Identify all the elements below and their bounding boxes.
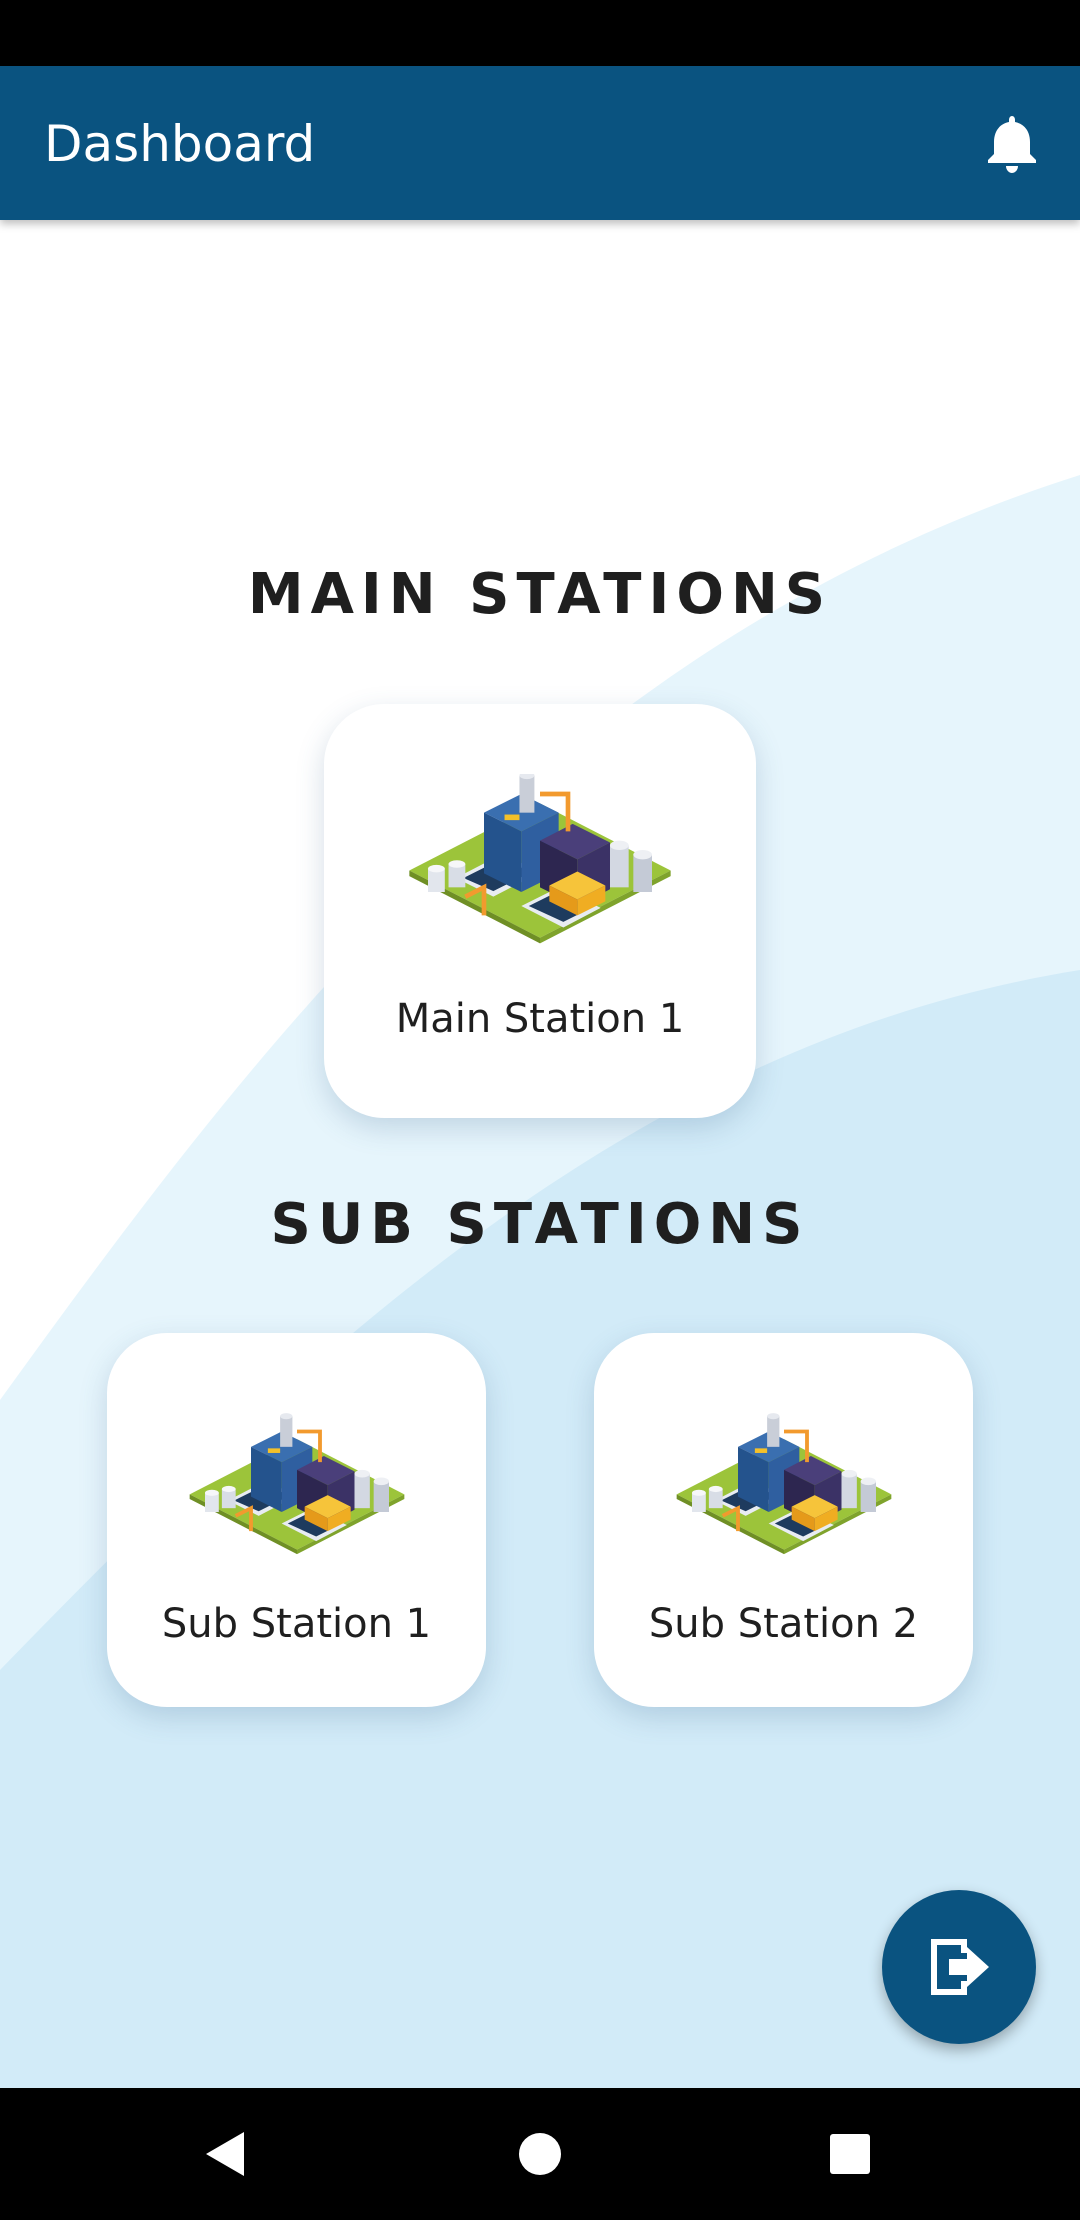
factory-illustration [187, 1411, 406, 1557]
logout-icon [931, 1939, 989, 1995]
factory-illustration [674, 1411, 893, 1557]
recents-square-icon[interactable] [820, 2124, 880, 2184]
sub-station-1-label: Sub Station 1 [161, 1601, 432, 1647]
sub-station-2-label: Sub Station 2 [648, 1601, 919, 1647]
sub-stations-heading: SUB STATIONS [270, 1192, 810, 1257]
home-circle-icon[interactable] [510, 2124, 570, 2184]
page-title: Dashboard [44, 115, 316, 173]
content-area: MAIN STATIONS Main Station 1 SUB STATION… [0, 220, 1080, 2088]
back-triangle-icon[interactable] [196, 2124, 256, 2184]
status-bar [0, 0, 1080, 66]
system-nav-bar [0, 2088, 1080, 2220]
main-station-1-card[interactable]: Main Station 1 [324, 704, 756, 1118]
main-station-1-label: Main Station 1 [395, 996, 685, 1042]
dashboard-screen: Dashboard MAIN STATIONS Main Station 1 S… [0, 0, 1080, 2220]
sub-station-1-card[interactable]: Sub Station 1 [107, 1333, 486, 1707]
main-stations-heading: MAIN STATIONS [247, 562, 833, 627]
logout-button[interactable] [882, 1890, 1036, 2044]
sub-station-2-card[interactable]: Sub Station 2 [594, 1333, 973, 1707]
factory-illustration [400, 774, 680, 954]
app-bar: Dashboard [0, 66, 1080, 220]
background-waves [0, 475, 1080, 2088]
bell-icon[interactable] [984, 112, 1040, 174]
